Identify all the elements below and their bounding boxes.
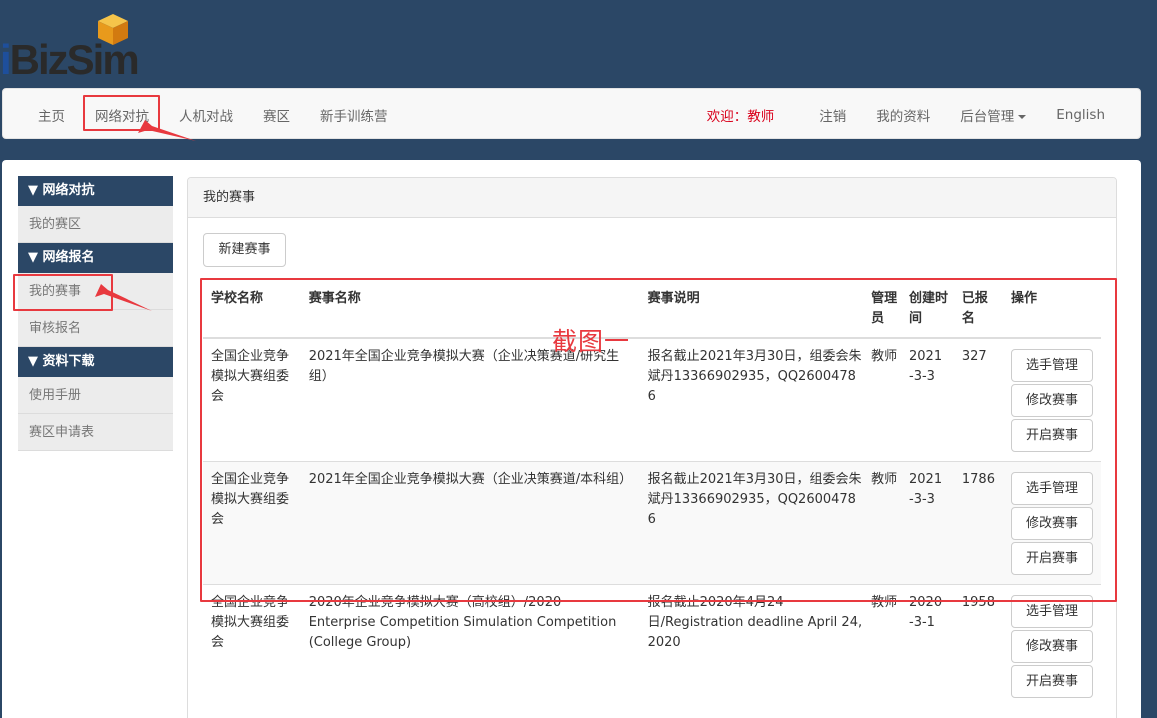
nav-home[interactable]: 主页 [23,105,80,125]
nav-ai-battle[interactable]: 人机对战 [164,105,248,125]
edit-event-button[interactable]: 修改赛事 [1010,630,1093,663]
panel-title: 我的赛事 [188,178,1116,218]
table-row: 全国企业竞争模拟大赛组委会 2020年企业竞争模拟大赛（高校组）/2020 En… [203,584,1101,707]
nav-admin-label: 后台管理 [960,108,1015,125]
table-header-row: 学校名称 赛事名称 赛事说明 管理员 创建时间 已报名 操作 [203,281,1101,339]
nav-admin-dropdown[interactable]: 后台管理 [945,105,1041,125]
cell-event-name: 2020年企业竞争模拟大赛（高校组）/2020 Enterprise Compe… [300,584,640,707]
col-school: 学校名称 [203,281,301,339]
cell-registered: 327 [953,337,1003,462]
cell-event-name: 2021年全国企业竞争模拟大赛（企业决策赛道/本科组） [300,461,640,585]
cell-actions: 选手管理 修改赛事 开启赛事 [1002,584,1101,707]
annotation-label: 截图一 [552,327,631,356]
cell-description: 报名截止2021年3月30日，组委会朱斌丹13366902935，QQ26004… [639,461,872,585]
ibizsim-logo[interactable]: iBizSim [0,12,165,83]
cell-school: 全国企业竞争模拟大赛组委会 [203,461,301,585]
cell-created: 2021-3-3 [901,461,954,585]
welcome-text: 欢迎：教师 [706,108,775,125]
start-event-button[interactable]: 开启赛事 [1010,542,1093,575]
cell-admin: 教师 [871,337,901,462]
sidebar-item-my-events[interactable]: 我的赛事 [18,273,173,310]
col-admin: 管理员 [871,281,901,339]
table-row: 全国企业竞争模拟大赛组委会 2021年全国企业竞争模拟大赛（企业决策赛道/研究生… [203,337,1101,462]
sidebar-section-registration[interactable]: ▼ 网络报名 [18,243,173,273]
top-navbar: 主页 网络对抗 人机对战 赛区 新手训练营 欢迎：教师 注销 我的资料 后台管理… [2,88,1141,139]
nav-language[interactable]: English [1041,107,1120,123]
edit-event-button[interactable]: 修改赛事 [1010,507,1093,540]
start-event-button[interactable]: 开启赛事 [1010,665,1093,698]
sidebar-item-review-registration[interactable]: 审核报名 [18,310,173,347]
logo-text: iBizSim [0,36,140,83]
manage-players-button[interactable]: 选手管理 [1010,349,1093,382]
cell-description: 报名截止2021年3月30日，组委会朱斌丹13366902935，QQ26004… [639,337,872,462]
caret-down-icon [1018,114,1027,119]
cell-created: 2021-3-3 [901,337,954,462]
nav-profile[interactable]: 我的资料 [861,105,945,125]
cell-admin: 教师 [871,584,901,707]
main-content: ▼ 网络对抗 我的赛区 ▼ 网络报名 我的赛事 审核报名 ▼ 资料下载 使用手册… [2,160,1141,718]
cell-school: 全国企业竞争模拟大赛组委会 [203,584,301,707]
cell-actions: 选手管理 修改赛事 开启赛事 [1002,337,1101,462]
cell-admin: 教师 [871,461,901,585]
cell-description: 报名截止2020年4月24日/Registration deadline Apr… [639,584,872,707]
col-registered: 已报名 [953,281,1003,339]
events-panel: 我的赛事 新建赛事 学校名称 赛事名称 赛事说明 管理员 创建时间 已报名 操作 [187,177,1117,718]
sidebar: ▼ 网络对抗 我的赛区 ▼ 网络报名 我的赛事 审核报名 ▼ 资料下载 使用手册… [18,176,173,451]
nav-left: 主页 网络对抗 人机对战 赛区 新手训练营 [23,89,403,140]
cell-actions: 选手管理 修改赛事 开启赛事 [1002,461,1101,585]
col-actions: 操作 [1002,281,1101,339]
table-row: 全国企业竞争模拟大赛组委会 2021年全国企业竞争模拟大赛（企业决策赛道/本科组… [203,461,1101,585]
nav-right: 欢迎：教师 注销 我的资料 后台管理 English [692,89,1120,140]
cell-registered: 1958 [953,584,1003,707]
nav-network-battle[interactable]: 网络对抗 [80,105,164,125]
manage-players-button[interactable]: 选手管理 [1010,472,1093,505]
sidebar-section-downloads[interactable]: ▼ 资料下载 [18,347,173,377]
nav-division[interactable]: 赛区 [248,105,305,125]
manage-players-button[interactable]: 选手管理 [1010,595,1093,628]
sidebar-item-division-application[interactable]: 赛区申请表 [18,414,173,451]
nav-training-camp[interactable]: 新手训练营 [305,105,403,125]
col-description: 赛事说明 [639,281,872,339]
events-table: 学校名称 赛事名称 赛事说明 管理员 创建时间 已报名 操作 全国企业竞争模拟大… [203,281,1101,707]
cell-school: 全国企业竞争模拟大赛组委会 [203,337,301,462]
cell-created: 2020-3-1 [901,584,954,707]
edit-event-button[interactable]: 修改赛事 [1010,384,1093,417]
cell-registered: 1786 [953,461,1003,585]
nav-logout[interactable]: 注销 [804,105,861,125]
col-created: 创建时间 [901,281,954,339]
start-event-button[interactable]: 开启赛事 [1010,419,1093,452]
sidebar-item-my-division[interactable]: 我的赛区 [18,206,173,243]
sidebar-section-network-battle[interactable]: ▼ 网络对抗 [18,176,173,206]
sidebar-item-manual[interactable]: 使用手册 [18,377,173,414]
new-event-button[interactable]: 新建赛事 [203,233,286,267]
